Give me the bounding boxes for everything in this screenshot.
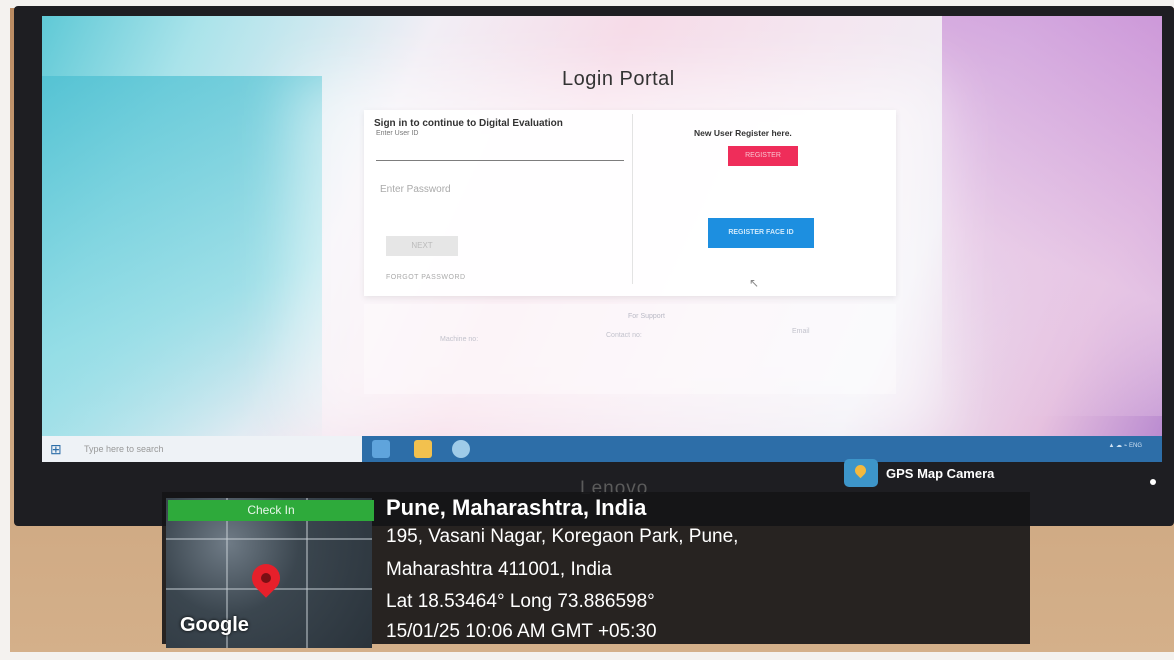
browser-icon[interactable] <box>452 440 470 458</box>
signin-heading: Sign in to continue to Digital Evaluatio… <box>374 118 563 129</box>
next-button[interactable]: NEXT <box>386 236 458 256</box>
system-tray[interactable]: ▲ ☁ ⌁ ENG <box>1108 442 1142 449</box>
photo-frame: Login Portal Sign in to continue to Digi… <box>0 0 1174 660</box>
gps-app-name: GPS Map Camera <box>886 465 995 481</box>
monitor: Login Portal Sign in to continue to Digi… <box>14 6 1174 526</box>
support-machine-label: Machine no: <box>440 336 479 343</box>
user-id-label: Enter User ID <box>376 130 419 137</box>
map-brand: Google <box>180 614 249 636</box>
wallpaper-cyan <box>42 76 322 446</box>
support-email-label: Email <box>792 328 810 335</box>
wallpaper-pink <box>942 16 1162 416</box>
photo-border-left <box>0 0 10 660</box>
map-road <box>166 538 372 540</box>
photo-border-bottom <box>0 652 1174 660</box>
check-in-label: Check In <box>168 500 374 521</box>
address-line-1: 195, Vasani Nagar, Koregaon Park, Pune, <box>386 526 739 547</box>
new-user-label: New User Register here. <box>694 128 792 138</box>
windows-start-icon[interactable]: ⊞ <box>50 441 66 457</box>
gps-app-badge: GPS Map Camera <box>844 458 994 488</box>
datetime-stamp: 15/01/25 10:06 AM GMT +05:30 <box>386 621 657 642</box>
gps-map-camera-icon <box>844 459 878 487</box>
forgot-password-link[interactable]: FORGOT PASSWORD <box>386 274 466 281</box>
password-input[interactable]: Enter Password <box>380 184 610 200</box>
page-title: Login Portal <box>562 68 675 90</box>
address-line-2: Maharashtra 411001, India <box>386 559 612 580</box>
monitor-screen: Login Portal Sign in to continue to Digi… <box>42 16 1162 446</box>
card-divider <box>632 114 633 284</box>
task-view-icon[interactable] <box>372 440 390 458</box>
register-button[interactable]: REGISTER <box>728 146 798 166</box>
file-explorer-icon[interactable] <box>414 440 432 458</box>
location-city: Pune, Maharashtra, India <box>386 495 647 520</box>
taskbar-search-input[interactable]: Type here to search <box>76 439 344 459</box>
user-id-input[interactable] <box>376 142 624 161</box>
login-card: Sign in to continue to Digital Evaluatio… <box>364 110 896 296</box>
taskbar-search-area: ⊞ Type here to search <box>42 436 362 462</box>
coordinates: Lat 18.53464° Long 73.886598° <box>386 591 655 612</box>
dot-marker <box>1150 479 1156 485</box>
support-contact-label: Contact no: <box>606 332 642 339</box>
mouse-cursor-icon: ↖ <box>749 276 760 290</box>
register-face-id-button[interactable]: REGISTER FACE ID <box>708 218 814 248</box>
support-title: For Support <box>628 313 665 320</box>
